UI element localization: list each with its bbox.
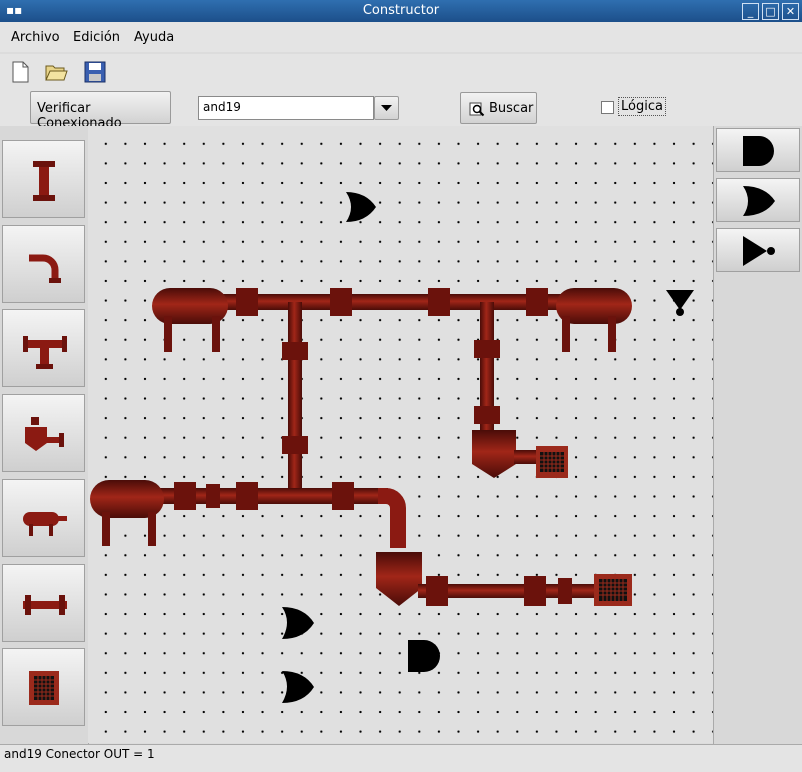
palette-and-gate-button[interactable] — [716, 128, 800, 172]
circuit-diagram — [90, 192, 694, 703]
drawing-canvas[interactable] — [88, 126, 713, 743]
save-disk-icon[interactable] — [83, 60, 107, 84]
logic-checkbox-label[interactable]: Lógica — [618, 97, 666, 116]
palette-valve-tank-button[interactable] — [2, 394, 85, 472]
outlet-grate-right[interactable] — [536, 446, 568, 478]
palette-tank-button[interactable] — [2, 479, 85, 557]
valve-tank-icon — [25, 417, 64, 451]
tank-middle-left[interactable] — [90, 480, 164, 546]
output-indicator-icon[interactable] — [666, 290, 694, 316]
menu-ayuda[interactable]: Ayuda — [134, 30, 174, 45]
valve-right[interactable] — [472, 430, 540, 478]
vertical-pipe-icon — [33, 161, 55, 201]
tee-pipe-icon — [23, 336, 67, 369]
pipe-vertical-left[interactable] — [282, 302, 308, 494]
tank-top-right[interactable] — [556, 288, 632, 352]
pipe-palette — [0, 126, 89, 744]
open-folder-icon[interactable] — [44, 60, 68, 84]
component-combo-input[interactable]: and19 — [198, 96, 374, 120]
close-icon[interactable]: ✕ — [782, 3, 799, 20]
minimize-icon[interactable]: _ — [742, 3, 759, 20]
palette-or-gate-button[interactable] — [716, 178, 800, 222]
palette-not-gate-button[interactable] — [716, 228, 800, 272]
chevron-down-icon — [381, 105, 392, 111]
toolbar — [0, 54, 802, 91]
menu-archivo[interactable]: Archivo — [11, 30, 60, 45]
palette-grate-outlet-button[interactable] — [2, 648, 85, 726]
not-gate-icon — [743, 236, 775, 266]
or-gate-bottom-2[interactable] — [282, 671, 314, 703]
palette-vertical-pipe-button[interactable] — [2, 140, 85, 218]
tank-icon — [23, 512, 67, 536]
search-button-label: Buscar — [489, 101, 534, 116]
palette-tee-pipe-button[interactable] — [2, 309, 85, 387]
pipe-vertical-right[interactable] — [474, 302, 500, 432]
logic-checkbox[interactable] — [601, 101, 614, 114]
status-bar: and19 Conector OUT = 1 — [0, 744, 802, 772]
pipe-bottom-outlet[interactable] — [418, 576, 598, 606]
flanged-pipe-icon — [23, 595, 67, 615]
and-gate-icon — [743, 136, 774, 166]
menu-edicion[interactable]: Edición — [73, 30, 120, 45]
palette-elbow-pipe-button[interactable] — [2, 225, 85, 303]
status-text: and19 Conector OUT = 1 — [4, 747, 155, 761]
or-gate-icon — [743, 186, 775, 216]
search-icon — [469, 102, 485, 117]
or-gate-bottom-1[interactable] — [282, 607, 314, 639]
valve-bottom[interactable] — [376, 552, 422, 606]
pipe-middle-main[interactable] — [158, 482, 406, 548]
tank-top-left[interactable] — [152, 288, 228, 352]
elbow-pipe-icon — [29, 254, 61, 283]
outlet-grate-bottom[interactable] — [594, 574, 632, 606]
new-file-icon[interactable] — [8, 60, 32, 84]
palette-flanged-pipe-button[interactable] — [2, 564, 85, 642]
title-bar: ▪▪ Constructor _ □ ✕ — [0, 0, 802, 22]
verify-connections-button[interactable]: Verificar Conexionado — [30, 91, 171, 131]
window-title: Constructor — [362, 3, 440, 18]
maximize-icon[interactable]: □ — [762, 3, 779, 20]
combo-dropdown-button[interactable] — [374, 96, 399, 120]
or-gate-top[interactable] — [346, 192, 376, 222]
and-gate-bottom[interactable] — [408, 640, 440, 672]
menu-bar: Archivo Edición Ayuda — [0, 22, 802, 52]
search-button[interactable]: Buscar — [460, 92, 537, 124]
pipe-top-main[interactable] — [208, 288, 568, 316]
gate-palette — [713, 126, 802, 744]
grate-outlet-icon — [29, 671, 59, 705]
